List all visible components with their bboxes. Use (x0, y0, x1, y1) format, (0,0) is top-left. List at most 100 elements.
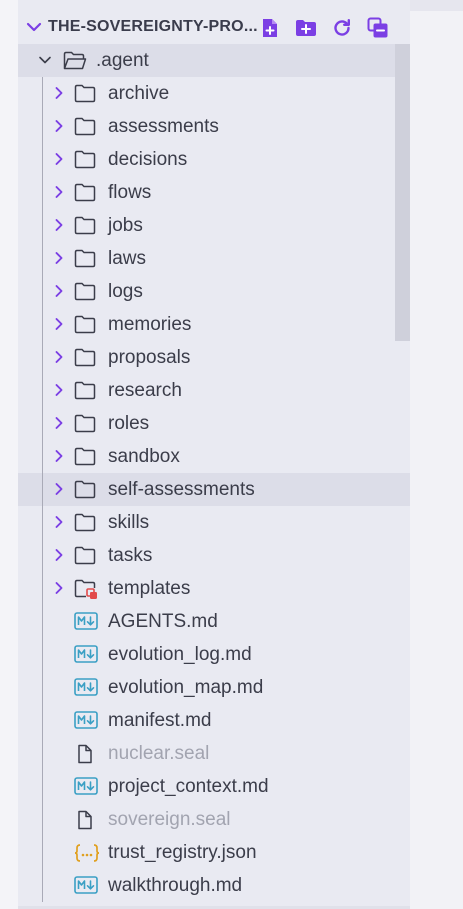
markdown-file-icon (74, 711, 98, 731)
folder-icon (74, 546, 96, 566)
markdown-file-icon (74, 876, 98, 896)
folder-icon (74, 348, 96, 368)
markdown-file-icon (74, 612, 98, 632)
templates-folder-icon (74, 579, 97, 599)
chevron-right-icon[interactable] (52, 515, 66, 529)
tree-item-agents-md[interactable]: AGENTS.md (18, 605, 410, 638)
folder-icon (74, 216, 96, 236)
chevron-right-icon[interactable] (52, 119, 66, 133)
tree-item-skills[interactable]: skills (18, 506, 410, 539)
new-file-icon[interactable] (258, 17, 281, 39)
chevron-right-icon[interactable] (52, 284, 66, 298)
chevron-right-icon[interactable] (52, 218, 66, 232)
refresh-icon[interactable] (330, 17, 353, 39)
tree-item-label: sandbox (108, 446, 180, 467)
folder-icon (74, 183, 96, 203)
folder-icon (74, 84, 96, 104)
vertical-scrollbar[interactable] (395, 44, 410, 341)
tree-item-label: evolution_log.md (108, 644, 252, 665)
json-file-icon (74, 843, 100, 863)
tree-item-laws[interactable]: laws (18, 242, 410, 275)
tree-item-trust-registry-json[interactable]: trust_registry.json (18, 836, 410, 869)
tree-item-self-assessments[interactable]: self-assessments (18, 473, 410, 506)
tree-item-roles[interactable]: roles (18, 407, 410, 440)
tree-item-jobs[interactable]: jobs (18, 209, 410, 242)
new-folder-icon[interactable] (294, 17, 317, 39)
chevron-right-icon[interactable] (52, 383, 66, 397)
chevron-right-icon[interactable] (52, 548, 66, 562)
editor-area (410, 0, 463, 909)
project-title: THE-SOVEREIGNTY-PRO... (48, 18, 258, 35)
tree-item-evolution-map-md[interactable]: evolution_map.md (18, 671, 410, 704)
tree-item-flows[interactable]: flows (18, 176, 410, 209)
tree-item-label: AGENTS.md (108, 611, 218, 632)
tree-item-manifest-md[interactable]: manifest.md (18, 704, 410, 737)
chevron-right-icon[interactable] (52, 317, 66, 331)
tree-item-label: skills (108, 512, 150, 533)
tree-item-label: tasks (108, 545, 153, 566)
markdown-file-icon (74, 777, 98, 797)
tree-item-label: manifest.md (108, 710, 212, 731)
editor-tab-strip (410, 0, 463, 11)
chevron-right-icon[interactable] (52, 581, 66, 595)
tree-item-proposals[interactable]: proposals (18, 341, 410, 374)
folder-open-icon (63, 51, 87, 71)
tree-item-label: nuclear.seal (108, 743, 210, 764)
tree-item-project-context-md[interactable]: project_context.md (18, 770, 410, 803)
tree-item-decisions[interactable]: decisions (18, 143, 410, 176)
markdown-file-icon (74, 645, 98, 665)
chevron-right-icon[interactable] (52, 251, 66, 265)
tree-item-label: evolution_map.md (108, 677, 264, 698)
explorer-header[interactable]: THE-SOVEREIGNTY-PRO... (18, 11, 410, 44)
chevron-right-icon[interactable] (52, 416, 66, 430)
tree-item-label: logs (108, 281, 143, 302)
tree-item-label: memories (108, 314, 192, 335)
tree-item-label: roles (108, 413, 150, 434)
chevron-right-icon[interactable] (52, 482, 66, 496)
tree-item-assessments[interactable]: assessments (18, 110, 410, 143)
tree-item-research[interactable]: research (18, 374, 410, 407)
folder-icon (74, 117, 96, 137)
chevron-right-icon[interactable] (52, 449, 66, 463)
chevron-down-icon[interactable] (38, 53, 52, 67)
tree-item-agent[interactable]: .agent (18, 44, 410, 77)
explorer-actions (258, 17, 389, 39)
tree-item-label: flows (108, 182, 152, 203)
tree-item-nuclear-seal[interactable]: nuclear.seal (18, 737, 410, 770)
tree-item-label: assessments (108, 116, 219, 137)
tree-item-archive[interactable]: archive (18, 77, 410, 110)
folder-icon (74, 249, 96, 269)
folder-icon (74, 381, 96, 401)
markdown-file-icon (74, 678, 98, 698)
tree-item-evolution-log-md[interactable]: evolution_log.md (18, 638, 410, 671)
tree-item-sandbox[interactable]: sandbox (18, 440, 410, 473)
tree-item-label: jobs (108, 215, 143, 236)
collapse-all-icon[interactable] (366, 17, 389, 39)
tree-item-tasks[interactable]: tasks (18, 539, 410, 572)
folder-icon (74, 414, 96, 434)
tree-item-label: proposals (108, 347, 191, 368)
tree-item-memories[interactable]: memories (18, 308, 410, 341)
chevron-right-icon[interactable] (52, 152, 66, 166)
tree-item-sovereign-seal[interactable]: sovereign.seal (18, 803, 410, 836)
folder-icon (74, 150, 96, 170)
tree-item-logs[interactable]: logs (18, 275, 410, 308)
chevron-right-icon[interactable] (52, 350, 66, 364)
folder-icon (74, 513, 96, 533)
tree-item-label: self-assessments (108, 479, 255, 500)
tree-item-label: walkthrough.md (108, 875, 243, 896)
tree-item-label: trust_registry.json (108, 842, 257, 863)
tree-item-templates[interactable]: templates (18, 572, 410, 605)
tree-item-walkthrough-md[interactable]: walkthrough.md (18, 869, 410, 902)
chevron-down-icon[interactable] (26, 19, 42, 40)
chevron-right-icon[interactable] (52, 86, 66, 100)
file-icon (74, 744, 96, 764)
file-icon (74, 810, 96, 830)
folder-icon (74, 447, 96, 467)
chevron-right-icon[interactable] (52, 185, 66, 199)
tree-item-label: research (108, 380, 182, 401)
tree-item-label: archive (108, 83, 170, 104)
folder-icon (74, 315, 96, 335)
tree-item-label: laws (108, 248, 147, 269)
tree-item-label: sovereign.seal (108, 809, 231, 830)
